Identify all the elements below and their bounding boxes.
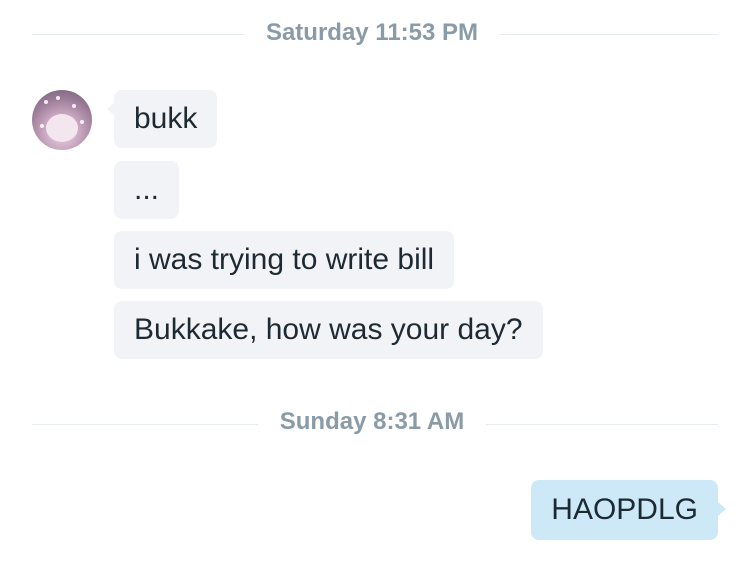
message-text: bukk — [134, 102, 198, 135]
avatar-face — [46, 114, 78, 142]
avatar-sparkle — [56, 96, 60, 100]
avatar-sparkle — [44, 100, 48, 104]
avatar[interactable] — [32, 90, 92, 150]
message-text: i was trying to write bill — [134, 243, 435, 276]
avatar-sparkle — [80, 120, 84, 124]
message-text: Bukkake, how was your day? — [134, 313, 523, 346]
message-text: HAOPDLG — [551, 493, 698, 526]
message-bubble-outgoing[interactable]: HAOPDLG — [531, 480, 726, 540]
message-text: ... — [134, 173, 160, 206]
message-bubble-incoming[interactable]: ... — [114, 161, 180, 219]
timestamp-saturday: Saturday 11:53 PM — [0, 18, 744, 48]
avatar-sparkle — [40, 124, 44, 128]
avatar-sparkle — [72, 104, 76, 108]
message-bubble-incoming[interactable]: bukk — [106, 90, 218, 148]
message-bubble-incoming[interactable]: Bukkake, how was your day? — [114, 301, 543, 359]
timestamp-label: Saturday 11:53 PM — [243, 19, 501, 46]
message-bubble-incoming[interactable]: i was trying to write bill — [114, 231, 455, 289]
timestamp-sunday: Sunday 8:31 AM — [0, 407, 744, 437]
timestamp-label: Sunday 8:31 AM — [257, 408, 487, 435]
